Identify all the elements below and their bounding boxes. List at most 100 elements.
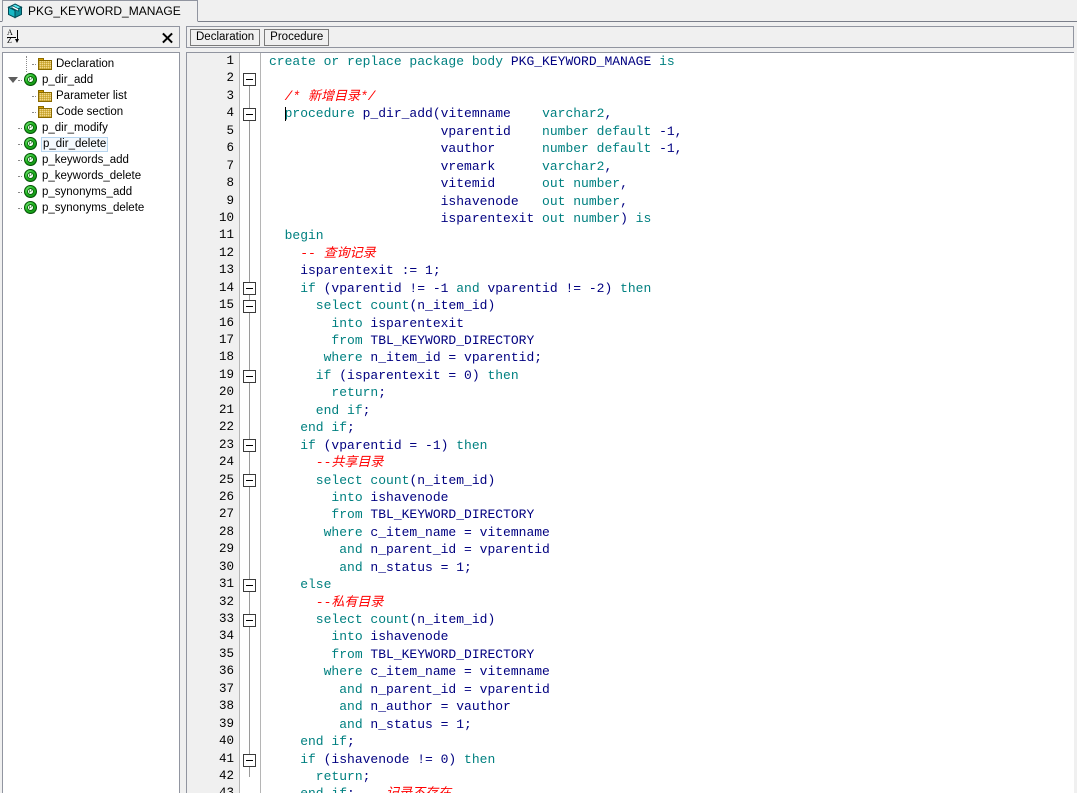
fold-toggle-line-31[interactable] bbox=[243, 579, 256, 592]
code-line[interactable]: into isparentexit bbox=[261, 315, 1074, 332]
code-line[interactable]: return; bbox=[261, 768, 1074, 785]
tree-item-p-synonyms-add[interactable]: Pp_synonyms_add bbox=[3, 184, 179, 200]
code-line[interactable]: end if; bbox=[261, 419, 1074, 436]
line-number: 1 bbox=[226, 54, 234, 68]
tree-item-parameter-list[interactable]: Parameter list bbox=[3, 88, 179, 104]
procedure-icon: P bbox=[23, 200, 39, 216]
fold-toggle-line-23[interactable] bbox=[243, 439, 256, 453]
code-token-kw: and bbox=[269, 681, 371, 697]
code-line[interactable]: if (isparentexit = 0) then bbox=[261, 367, 1074, 384]
code-line[interactable]: create or replace package body PKG_KEYWO… bbox=[261, 53, 1074, 70]
tree-item-p-dir-delete[interactable]: Pp_dir_delete bbox=[3, 136, 179, 152]
code-line[interactable]: return; bbox=[261, 384, 1074, 401]
tree-item-p-keywords-delete[interactable]: Pp_keywords_delete bbox=[3, 168, 179, 184]
fold-toggle-line-2[interactable] bbox=[243, 72, 256, 86]
chevron-right-icon[interactable] bbox=[7, 200, 18, 216]
code-line[interactable]: if (ishavenode != 0) then bbox=[261, 751, 1074, 768]
code-token-id: -1, bbox=[659, 123, 683, 139]
code-line[interactable]: select count(n_item_id) bbox=[261, 611, 1074, 628]
declaration-button[interactable]: Declaration bbox=[190, 28, 261, 46]
code-line[interactable]: end if; bbox=[261, 733, 1074, 750]
code-token-kw: where bbox=[269, 350, 371, 366]
code-line[interactable]: end if; bbox=[261, 402, 1074, 419]
procedure-button[interactable]: Procedure bbox=[264, 28, 330, 46]
tree-item-label: p_synonyms_delete bbox=[42, 202, 145, 214]
chevron-right-icon[interactable] bbox=[7, 168, 18, 184]
chevron-right-icon[interactable] bbox=[7, 152, 18, 168]
fold-toggle-line-25[interactable] bbox=[243, 474, 256, 488]
tree-item-code-section[interactable]: Code section bbox=[3, 104, 179, 120]
fold-toggle-line-14[interactable] bbox=[243, 282, 256, 296]
procedure-icon: P bbox=[23, 168, 39, 184]
code-line[interactable]: --私有目录 bbox=[261, 594, 1074, 611]
sort-az-icon[interactable]: A Z bbox=[7, 29, 22, 45]
line-number: 5 bbox=[226, 123, 234, 138]
code-line[interactable]: where c_item_name = vitemname bbox=[261, 524, 1074, 541]
line-number: 2 bbox=[226, 71, 234, 86]
code-line[interactable]: isparentexit := 1; bbox=[261, 262, 1074, 279]
code-token-id: ; bbox=[362, 768, 371, 784]
line-number: 42 bbox=[218, 768, 234, 783]
code-line[interactable]: begin bbox=[261, 227, 1074, 244]
code-line[interactable]: /* 新增目录*/ bbox=[261, 88, 1074, 105]
tab-pkg-keyword-manage[interactable]: PKG_KEYWORD_MANAGE bbox=[2, 0, 198, 22]
code-token-id: , bbox=[604, 158, 613, 174]
code-token-kw: into bbox=[269, 315, 371, 331]
code-line[interactable]: ishavenode out number, bbox=[261, 193, 1074, 210]
fold-toggle-line-4[interactable] bbox=[243, 107, 256, 121]
chevron-right-icon[interactable] bbox=[7, 184, 18, 200]
code-line[interactable]: end if; -- 记录不存在 bbox=[261, 785, 1074, 793]
code-line[interactable]: if (vparentid = -1) then bbox=[261, 437, 1074, 454]
code-text-area[interactable]: create or replace package body PKG_KEYWO… bbox=[261, 53, 1074, 793]
code-line[interactable]: vitemid out number, bbox=[261, 175, 1074, 192]
code-token-id: ; bbox=[347, 420, 355, 436]
code-line[interactable]: -- 查询记录 bbox=[261, 245, 1074, 262]
code-line[interactable]: where n_item_id = vparentid; bbox=[261, 349, 1074, 366]
code-line[interactable] bbox=[261, 70, 1074, 87]
code-token-kw: return bbox=[269, 385, 379, 401]
chevron-right-icon[interactable] bbox=[21, 88, 32, 104]
code-line[interactable]: and n_author = vauthor bbox=[261, 698, 1074, 715]
code-line[interactable]: into ishavenode bbox=[261, 628, 1074, 645]
code-line[interactable]: isparentexit out number) is bbox=[261, 210, 1074, 227]
code-line[interactable]: else bbox=[261, 576, 1074, 593]
code-line[interactable]: --共享目录 bbox=[261, 454, 1074, 471]
tree-item-label: p_keywords_add bbox=[42, 154, 129, 166]
code-line[interactable]: vparentid number default -1, bbox=[261, 123, 1074, 140]
code-line[interactable]: where c_item_name = vitemname bbox=[261, 663, 1074, 680]
tree-item-p-dir-modify[interactable]: Pp_dir_modify bbox=[3, 120, 179, 136]
code-line[interactable]: from TBL_KEYWORD_DIRECTORY bbox=[261, 332, 1074, 349]
tree-item-p-keywords-add[interactable]: Pp_keywords_add bbox=[3, 152, 179, 168]
object-tree[interactable]: Declaration Pp_dir_add Parameter list Code … bbox=[2, 52, 180, 793]
code-line[interactable]: from TBL_KEYWORD_DIRECTORY bbox=[261, 646, 1074, 663]
tree-item-p-synonyms-delete[interactable]: Pp_synonyms_delete bbox=[3, 200, 179, 216]
code-token-kw: and bbox=[269, 542, 371, 558]
fold-toggle-line-19[interactable] bbox=[243, 369, 256, 383]
code-line[interactable]: and n_status = 1; bbox=[261, 716, 1074, 733]
chevron-right-icon[interactable] bbox=[7, 120, 18, 136]
code-line[interactable]: and n_status = 1; bbox=[261, 559, 1074, 576]
fold-toggle-line-15[interactable] bbox=[243, 299, 256, 313]
code-line[interactable]: into ishavenode bbox=[261, 489, 1074, 506]
code-line[interactable]: if (vparentid != -1 and vparentid != -2)… bbox=[261, 280, 1074, 297]
code-line[interactable]: vremark varchar2, bbox=[261, 158, 1074, 175]
code-line[interactable]: vauthor number default -1, bbox=[261, 140, 1074, 157]
close-x-icon[interactable] bbox=[161, 31, 174, 44]
code-line[interactable]: select count(n_item_id) bbox=[261, 297, 1074, 314]
code-token-id: c_item_name = vitemname bbox=[370, 524, 550, 540]
chevron-down-icon[interactable] bbox=[7, 72, 18, 88]
code-line[interactable]: from TBL_KEYWORD_DIRECTORY bbox=[261, 506, 1074, 523]
fold-toggle-line-33[interactable] bbox=[243, 613, 256, 627]
tree-item-declaration[interactable]: Declaration bbox=[3, 56, 179, 72]
fold-toggle-line-41[interactable] bbox=[243, 753, 256, 767]
code-line[interactable]: and n_parent_id = vparentid bbox=[261, 541, 1074, 558]
code-line[interactable]: and n_parent_id = vparentid bbox=[261, 681, 1074, 698]
chevron-right-icon[interactable] bbox=[21, 104, 32, 120]
code-editor[interactable]: 1 2 3 4 5 6 7 8 9 10 11 12 13 14 15 16 17 18 19 20 21 22 23 24 2… bbox=[186, 52, 1074, 793]
code-line[interactable]: select count(n_item_id) bbox=[261, 472, 1074, 489]
code-token-kw: begin bbox=[269, 228, 324, 244]
chevron-right-icon[interactable] bbox=[7, 136, 18, 152]
code-folding-column[interactable] bbox=[240, 53, 261, 793]
tree-item-p-dir-add[interactable]: Pp_dir_add bbox=[3, 72, 179, 88]
code-line[interactable]: procedure p_dir_add(vitemname varchar2, bbox=[261, 105, 1074, 122]
